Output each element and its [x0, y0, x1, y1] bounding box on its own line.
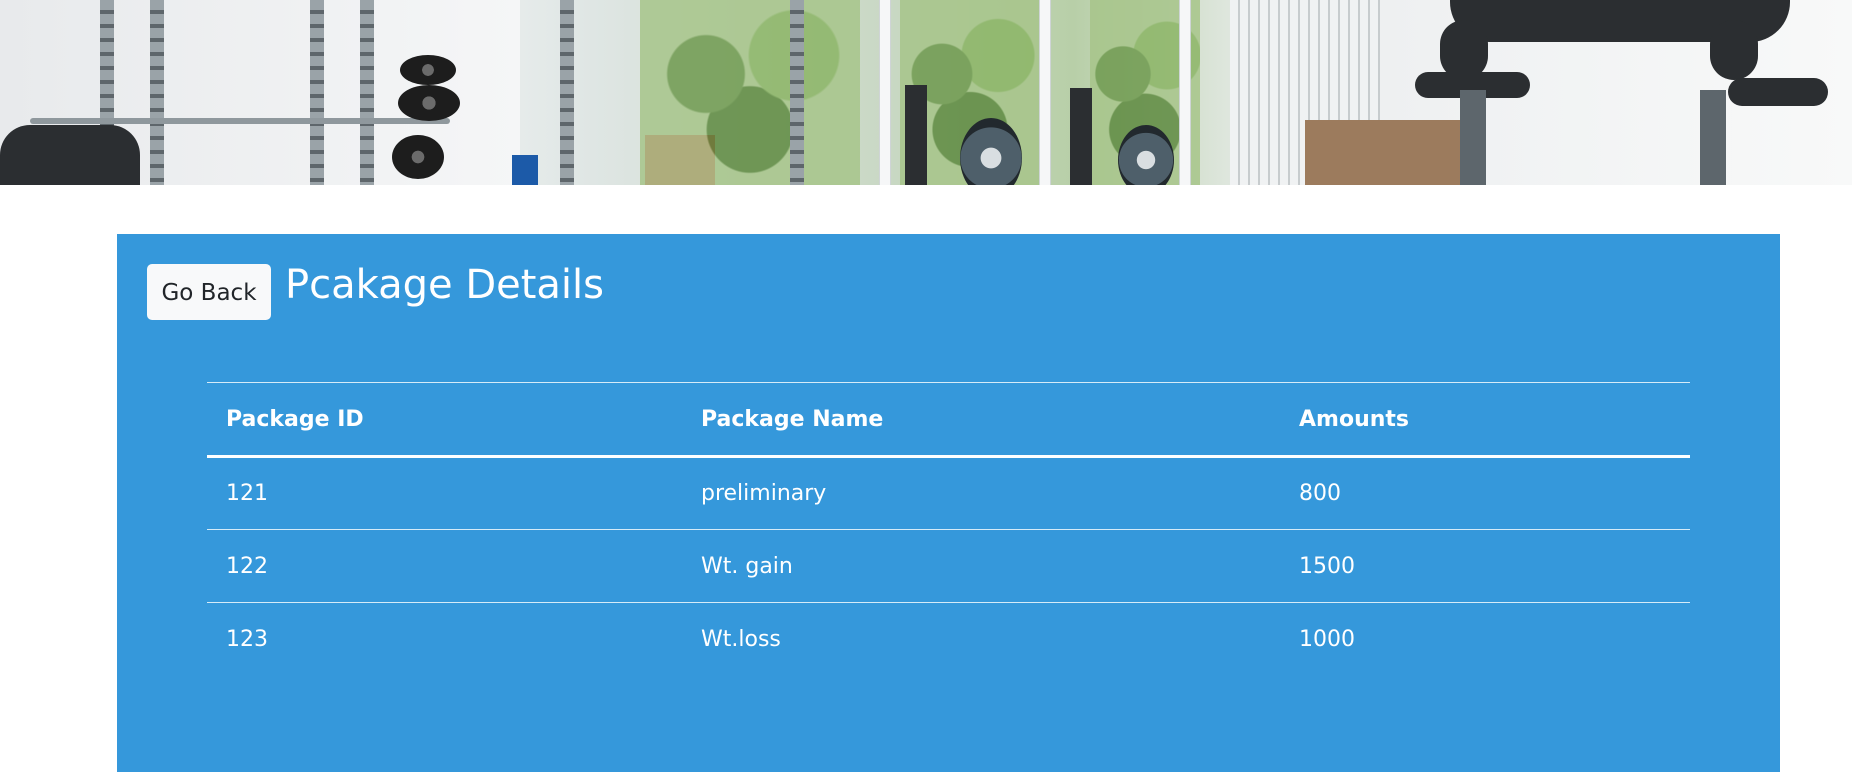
column-header-package-id: Package ID	[207, 382, 682, 458]
cell-package-name: Wt. gain	[682, 529, 1280, 603]
table-row: 122 Wt. gain 1500	[207, 529, 1690, 603]
table-header-row: Package ID Package Name Amounts	[207, 382, 1690, 458]
page-title: Pcakage Details	[285, 262, 604, 308]
cell-amount: 1000	[1299, 626, 1355, 652]
packages-table: Package ID Package Name Amounts 121 prel…	[207, 382, 1690, 676]
table-row: 123 Wt.loss 1000	[207, 603, 1690, 676]
go-back-button[interactable]: Go Back	[147, 264, 271, 320]
packages-table-container: Package ID Package Name Amounts 121 prel…	[207, 382, 1690, 676]
cell-package-name: Wt.loss	[701, 626, 781, 652]
table-row: 121 preliminary 800	[207, 456, 1690, 530]
cell-amount: 800	[1280, 456, 1690, 530]
cell-package-name: preliminary	[682, 456, 1280, 530]
cell-package-id: 121	[207, 456, 682, 530]
cell-amount: 1500	[1280, 529, 1690, 603]
column-header-amounts: Amounts	[1280, 382, 1690, 458]
package-details-panel: Go Back Pcakage Details Package ID Packa…	[117, 234, 1780, 772]
gym-banner-image	[0, 0, 1852, 185]
cell-package-id: 123	[226, 626, 268, 652]
cell-package-id: 122	[207, 529, 682, 603]
column-header-package-name: Package Name	[682, 382, 1280, 458]
